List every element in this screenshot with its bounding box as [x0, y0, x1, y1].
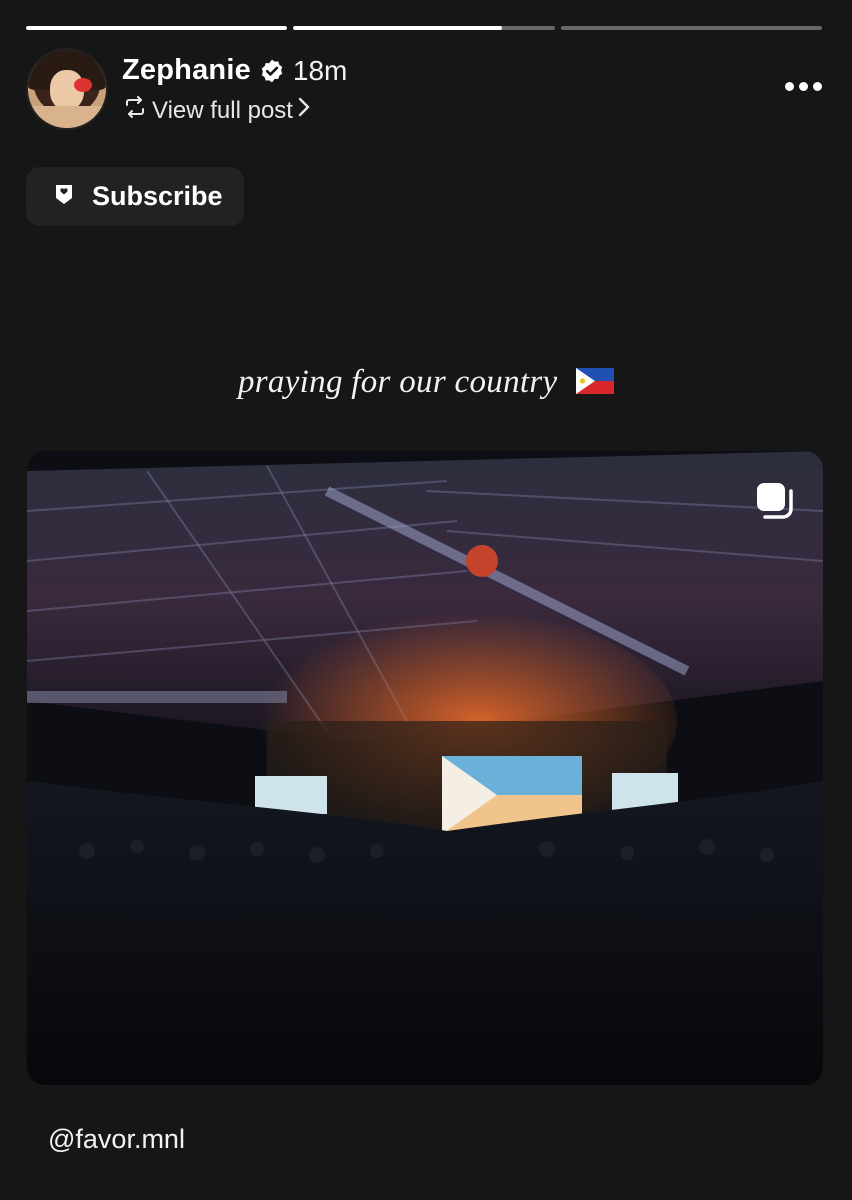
repost-icon: [122, 96, 148, 125]
chevron-right-icon: [297, 96, 311, 125]
story-header: Zephanie 18m View full post: [26, 48, 826, 130]
multiple-posts-icon: [753, 479, 797, 528]
mention-tag[interactable]: @favor.mnl: [48, 1124, 185, 1155]
story-progress-segment: [26, 26, 288, 30]
username[interactable]: Zephanie: [122, 54, 251, 87]
story-progress-segment: [560, 26, 822, 30]
subscribe-button[interactable]: Subscribe: [26, 167, 244, 226]
view-full-post-link[interactable]: View full post: [122, 96, 311, 125]
caption-text: praying for our country: [237, 364, 558, 400]
philippine-flag-icon: [576, 366, 615, 403]
verified-badge-icon: [259, 58, 285, 84]
story-progress-segment: [293, 26, 555, 30]
view-full-post-label: View full post: [152, 96, 293, 124]
story-progress-bar: [26, 26, 822, 31]
reposted-photo[interactable]: [27, 451, 823, 1085]
subscribe-badge-icon: [52, 182, 76, 211]
more-icon[interactable]: [785, 82, 822, 91]
story-caption: praying for our country: [0, 364, 852, 403]
concert-image: [27, 451, 823, 1085]
subscribe-label: Subscribe: [92, 181, 223, 211]
post-time: 18m: [292, 54, 348, 86]
avatar[interactable]: [26, 48, 108, 130]
user-line: Zephanie 18m: [122, 54, 347, 87]
